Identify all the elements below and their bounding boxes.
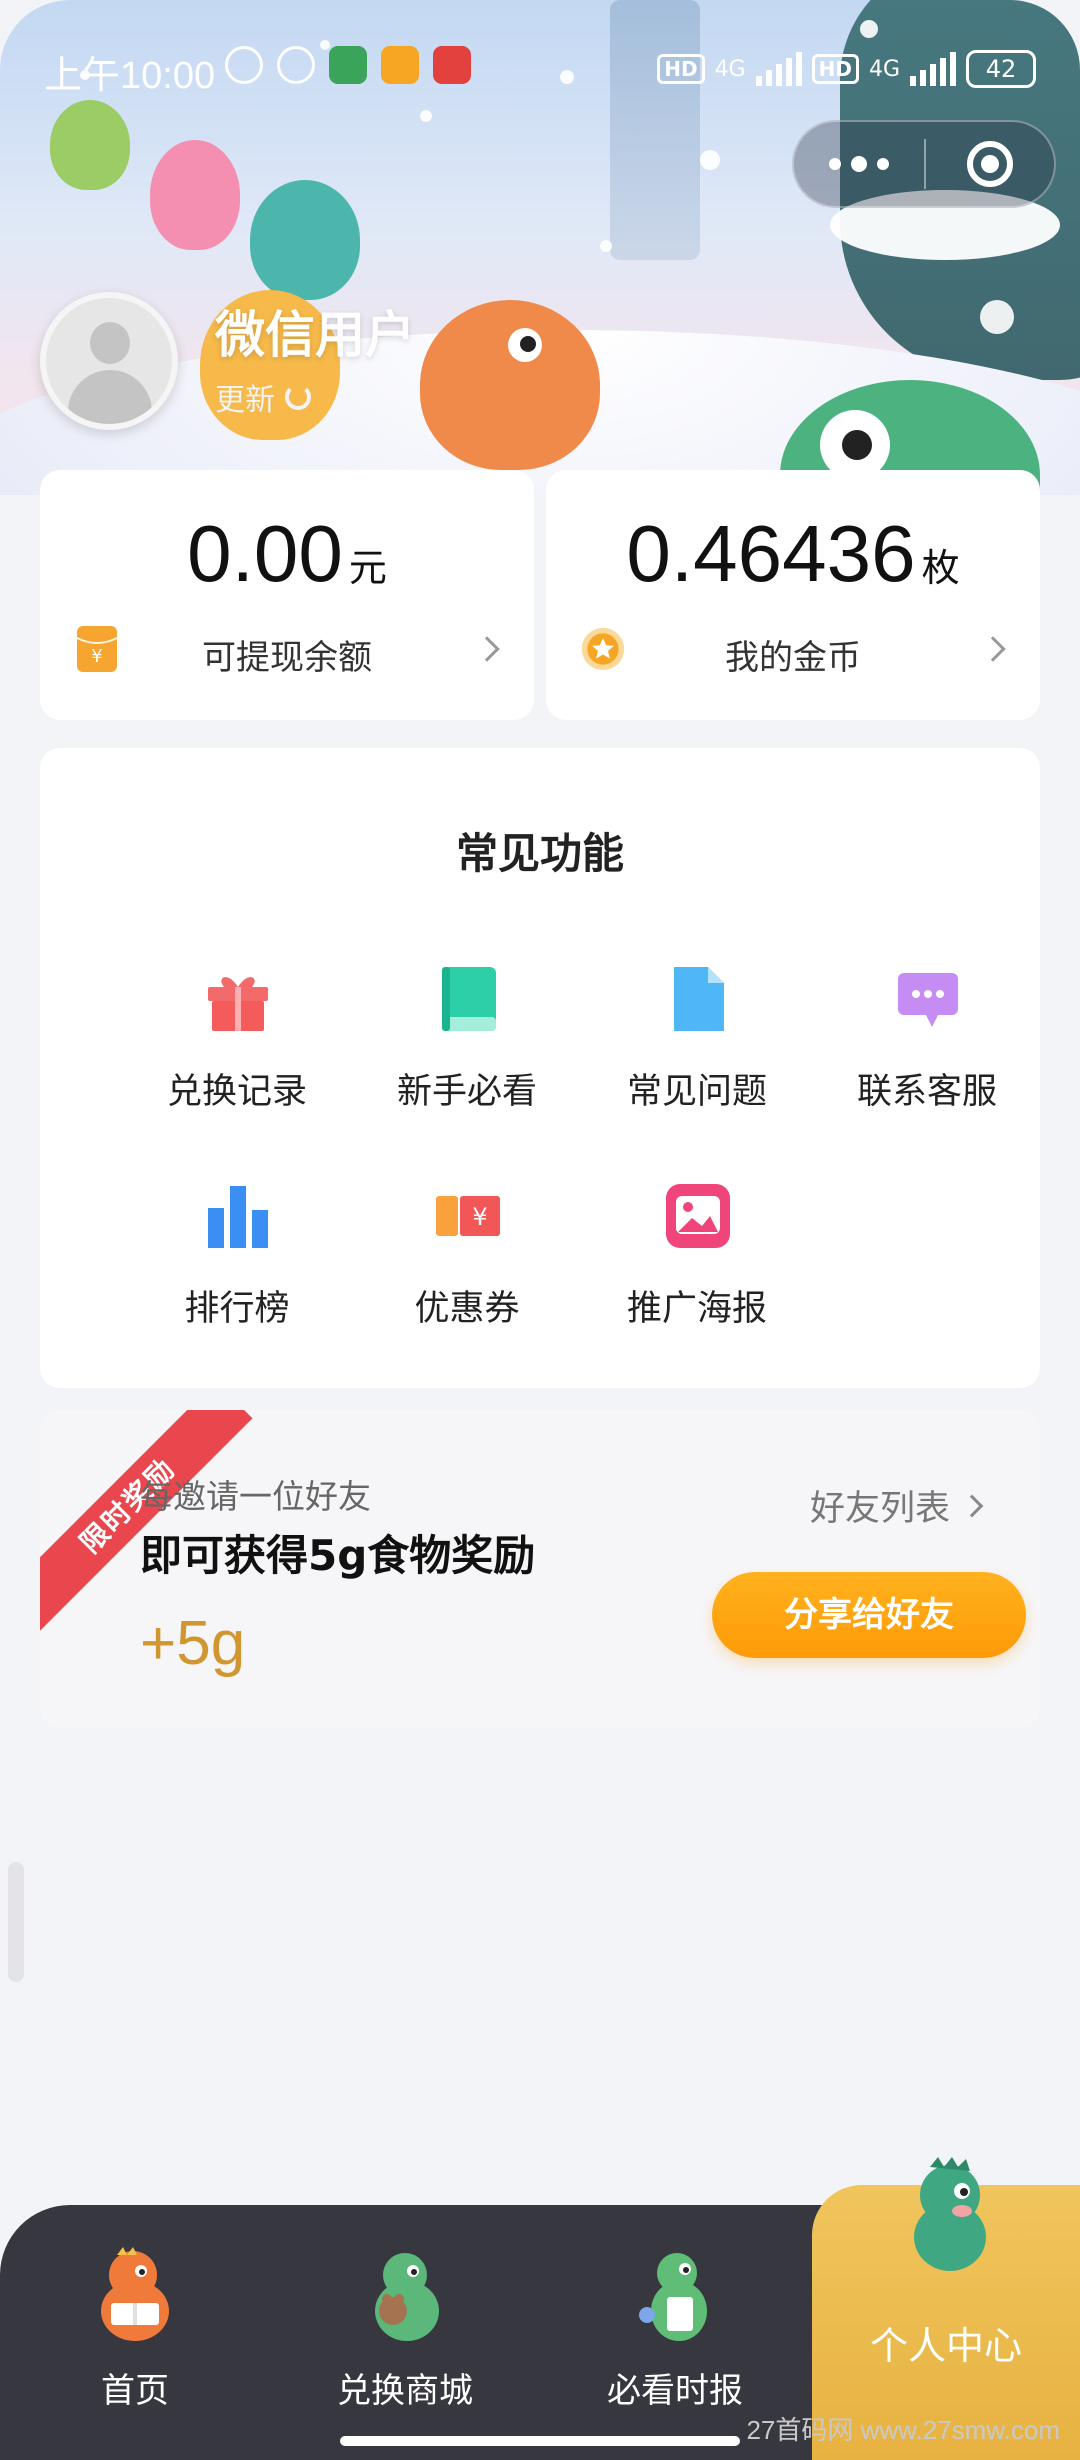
tab-must-read-news[interactable]: 必看时报 xyxy=(565,2233,785,2433)
video-app-notification-icon xyxy=(381,46,419,84)
func-promo-poster[interactable]: 推广海报 xyxy=(582,1180,812,1360)
func-beginner-guide[interactable]: 新手必看 xyxy=(352,963,582,1143)
chevron-right-icon xyxy=(960,1494,984,1517)
gift-icon xyxy=(208,977,268,1031)
battery-icon: 42 xyxy=(966,50,1036,88)
coins-label: 我的金币 xyxy=(725,638,861,678)
status-time: 上午10:00 xyxy=(44,55,216,97)
cash-amount: 0.00 xyxy=(187,509,343,598)
share-to-friends-button[interactable]: 分享给好友 xyxy=(712,1572,1026,1658)
bar-chart-icon xyxy=(208,1186,268,1248)
mute-bell-icon xyxy=(225,46,263,84)
app-notification-icon xyxy=(433,46,471,84)
func-label: 常见问题 xyxy=(626,1072,767,1112)
coins-card[interactable]: 0.46436 枚 我的金币 xyxy=(546,470,1040,720)
tab-label: 首页 xyxy=(101,2371,169,2411)
cash-label: 可提现余额 xyxy=(202,638,372,678)
document-icon xyxy=(674,967,724,1031)
dino-shop-icon xyxy=(375,2253,439,2341)
refresh-icon xyxy=(285,384,311,410)
tab-home[interactable]: 首页 xyxy=(25,2233,245,2433)
signal-icon xyxy=(910,52,956,86)
notification-icons xyxy=(225,46,471,84)
func-faq[interactable]: 常见问题 xyxy=(582,963,812,1143)
refresh-label: 更新 xyxy=(215,383,275,418)
more-options-button[interactable] xyxy=(794,122,924,206)
alarm-icon xyxy=(277,46,315,84)
coins-amount: 0.46436 xyxy=(626,509,916,598)
dino-reading-icon xyxy=(101,2247,169,2341)
side-drawer-handle[interactable] xyxy=(8,1862,24,1982)
dinosaur-illustration xyxy=(420,300,600,470)
watermark: 27首码网 www.27smw.com xyxy=(746,2415,1060,2445)
coins-amount-row: 0.46436 枚 xyxy=(546,508,1040,600)
tab-exchange-mall[interactable]: 兑换商城 xyxy=(295,2233,515,2433)
signal-icon xyxy=(755,52,802,86)
func-label: 联系客服 xyxy=(856,1072,997,1112)
refresh-profile-button[interactable]: 更新 xyxy=(215,375,311,419)
cash-amount-row: 0.00 元 xyxy=(40,508,534,600)
hd-badge: HD xyxy=(657,54,705,84)
func-label: 推广海报 xyxy=(626,1289,767,1329)
dinosaur-illustration xyxy=(150,140,240,250)
close-miniprogram-button[interactable] xyxy=(926,141,1054,187)
home-indicator[interactable] xyxy=(340,2436,740,2446)
func-label: 兑换记录 xyxy=(166,1072,307,1112)
chat-bubble-icon xyxy=(898,973,958,1027)
dino-news-icon xyxy=(639,2253,707,2341)
dinosaur-illustration xyxy=(250,180,360,300)
invite-subtitle: 每邀请一位好友 xyxy=(140,1477,371,1516)
cash-unit: 元 xyxy=(348,548,387,590)
book-icon xyxy=(442,967,496,1031)
limited-reward-ribbon: 限时奖励 xyxy=(40,1410,253,1631)
app-notification-icon xyxy=(329,46,367,84)
cash-balance-card[interactable]: 0.00 元 ¥ 可提现余额 xyxy=(40,470,534,720)
invite-bonus: +5g xyxy=(140,1609,246,1678)
miniprogram-capsule xyxy=(792,120,1056,208)
network-type: 4G xyxy=(714,56,746,82)
invite-reward-card: 限时奖励 每邀请一位好友 即可获得5g食物奖励 +5g 好友列表 分享给好友 xyxy=(40,1410,1040,1728)
tab-label: 个人中心 xyxy=(869,2324,1022,2368)
section-title: 常见功能 xyxy=(455,829,624,878)
snowflake-decoration xyxy=(700,150,720,170)
invite-title: 即可获得5g食物奖励 xyxy=(140,1531,536,1580)
status-right-group: HD 4G HD 4G 42 xyxy=(657,50,1036,88)
common-functions-panel: 常见功能 兑换记录 新手必看 常见问题 联系客服 排行榜 ¥ 优惠券 推广海报 xyxy=(40,748,1040,1388)
func-label: 排行榜 xyxy=(184,1289,290,1329)
coins-unit: 枚 xyxy=(921,548,960,590)
snowflake-decoration xyxy=(980,300,1014,334)
target-icon xyxy=(967,141,1013,187)
hd-badge: HD xyxy=(811,54,859,84)
username[interactable]: 微信用户 xyxy=(215,295,415,367)
svg-text:¥: ¥ xyxy=(472,1203,487,1231)
snowflake-decoration xyxy=(600,240,612,252)
func-exchange-records[interactable]: 兑换记录 xyxy=(122,963,352,1143)
friend-list-label: 好友列表 xyxy=(809,1489,950,1529)
func-coupons[interactable]: ¥ 优惠券 xyxy=(352,1180,582,1360)
func-label: 优惠券 xyxy=(414,1289,520,1329)
avatar[interactable] xyxy=(40,292,178,430)
tab-label: 必看时报 xyxy=(607,2371,743,2411)
friend-list-link[interactable]: 好友列表 xyxy=(809,1480,984,1531)
func-contact-support[interactable]: 联系客服 xyxy=(812,963,1042,1143)
dino-profile-icon xyxy=(914,2157,986,2271)
network-type: 4G xyxy=(868,56,900,82)
status-bar: 上午10:00 HD 4G HD 4G 42 xyxy=(0,0,1080,140)
tab-label: 兑换商城 xyxy=(337,2371,473,2411)
image-poster-icon xyxy=(666,1184,730,1248)
coupon-icon: ¥ xyxy=(436,1196,500,1236)
func-leaderboard[interactable]: 排行榜 xyxy=(122,1180,352,1360)
func-label: 新手必看 xyxy=(396,1072,537,1112)
